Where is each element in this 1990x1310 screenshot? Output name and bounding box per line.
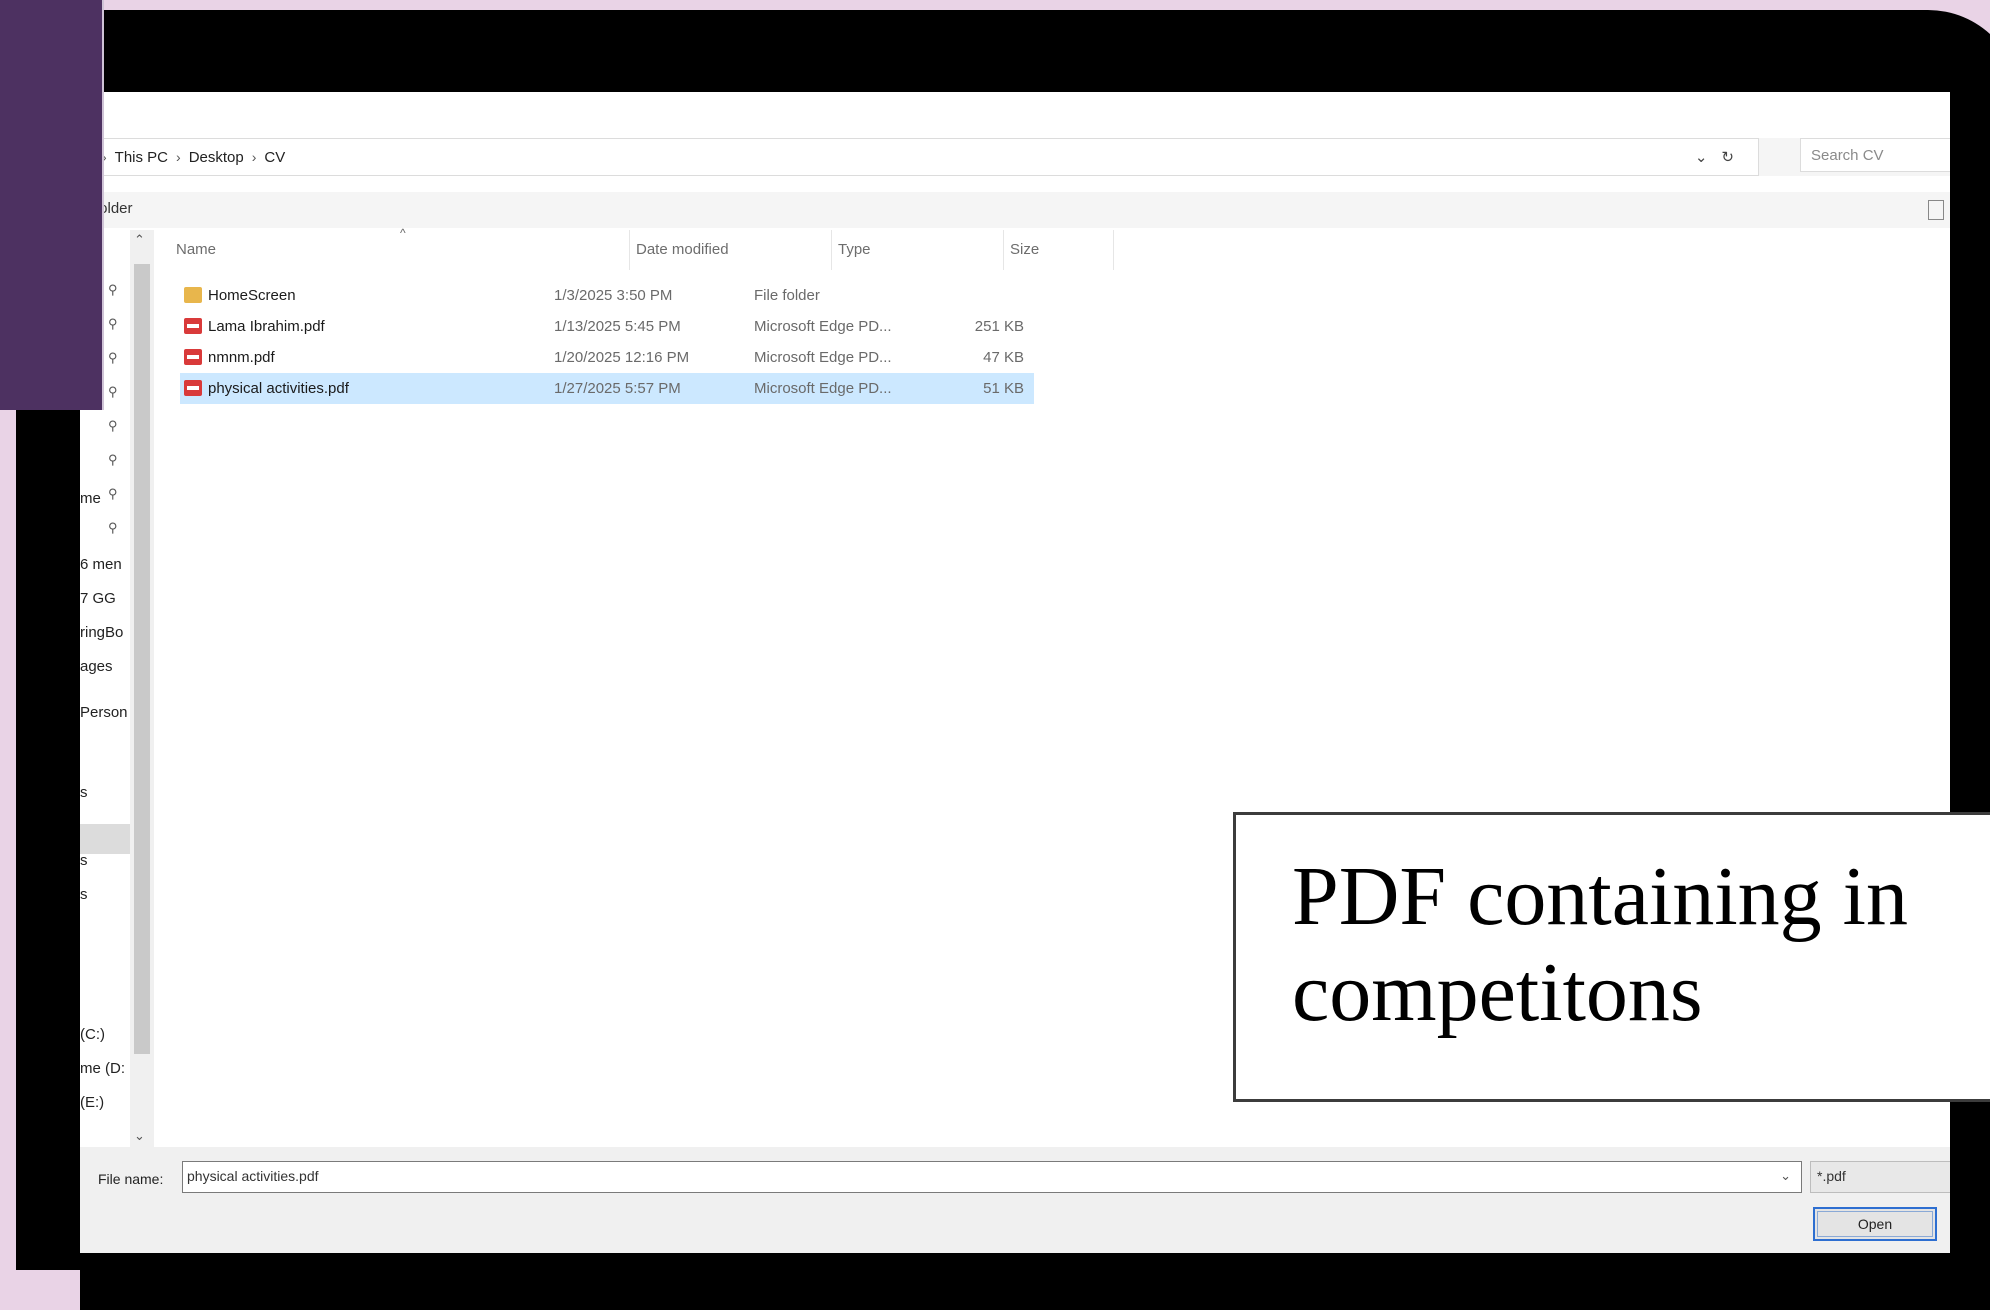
open-button[interactable]: Open [1813, 1207, 1937, 1241]
pdf-icon [184, 380, 202, 396]
purple-decor-block [0, 0, 104, 410]
file-size-cell: 51 KB [983, 380, 1024, 397]
address-row: › This PC › Desktop › CV ⌄ ↻ Search CV [80, 138, 1950, 176]
file-name-cell: physical activities.pdf [208, 380, 349, 397]
left-frame-bar [16, 410, 82, 1270]
nav-item-drive-d[interactable]: me (D: [80, 1060, 125, 1077]
file-type-cell: Microsoft Edge PD... [754, 318, 892, 335]
file-name-cell: Lama Ibrahim.pdf [208, 318, 325, 335]
dialog-footer: File name: physical activities.pdf ⌄ *.p… [80, 1147, 1950, 1253]
pdf-icon [184, 349, 202, 365]
scroll-thumb[interactable] [134, 264, 150, 1054]
file-name-label: File name: [98, 1171, 164, 1187]
file-type-filter[interactable]: *.pdf [1810, 1161, 1950, 1193]
file-type-cell: Microsoft Edge PD... [754, 349, 892, 366]
file-row[interactable]: physical activities.pdf 1/27/2025 5:57 PM… [180, 373, 1034, 404]
search-input[interactable]: Search CV [1800, 138, 1950, 172]
pin-icon: ⚲ [108, 486, 118, 501]
chevron-right-icon: › [251, 149, 257, 165]
pin-icon: ⚲ [108, 418, 118, 433]
nav-item[interactable]: s [80, 886, 88, 903]
file-date-cell: 1/20/2025 12:16 PM [554, 349, 690, 366]
nav-item-drive-c[interactable]: (C:) [80, 1026, 105, 1043]
pin-icon: ⚲ [108, 520, 118, 535]
pin-icon: ⚲ [108, 282, 118, 297]
address-bar[interactable]: › This PC › Desktop › CV ⌄ ↻ [80, 138, 1759, 176]
folder-icon [184, 287, 202, 303]
refresh-icon[interactable]: ↻ [1721, 148, 1734, 166]
file-name-value: physical activities.pdf [187, 1168, 319, 1184]
file-name-cell: nmnm.pdf [208, 349, 275, 366]
file-name-input[interactable]: physical activities.pdf ⌄ [182, 1161, 1802, 1193]
nav-item[interactable]: ages [80, 658, 113, 675]
file-date-cell: 1/13/2025 5:45 PM [554, 318, 681, 335]
file-row[interactable]: nmnm.pdf 1/20/2025 12:16 PM Microsoft Edge… [180, 342, 1034, 373]
chevron-down-icon[interactable]: ⌄ [1780, 1168, 1791, 1184]
nav-item[interactable]: ringBo [80, 624, 123, 641]
file-type-cell: Microsoft Edge PD... [754, 380, 892, 397]
column-header-row: ^ Name Date modified Type Size [170, 226, 1114, 270]
caption-box: PDF containing in competitons [1233, 812, 1990, 1102]
nav-scrollbar[interactable]: ⌃ ⌄ [130, 230, 154, 1150]
nav-item[interactable]: Person [80, 704, 128, 721]
nav-item-drive-e[interactable]: (E:) [80, 1094, 104, 1111]
nav-item[interactable]: 6 men [80, 556, 122, 573]
column-name[interactable]: Name [170, 230, 630, 270]
scroll-down-icon[interactable]: ⌄ [134, 1128, 145, 1144]
pin-icon: ⚲ [108, 350, 118, 365]
file-date-cell: 1/27/2025 5:57 PM [554, 380, 681, 397]
nav-item[interactable]: s [80, 784, 88, 801]
file-name-cell: HomeScreen [208, 287, 296, 304]
chevron-down-icon[interactable]: ⌄ [1695, 148, 1708, 166]
column-type[interactable]: Type [832, 230, 1004, 270]
view-options-icon[interactable] [1928, 200, 1944, 220]
scroll-up-icon[interactable]: ⌃ [134, 232, 145, 248]
pdf-icon [184, 318, 202, 334]
nav-item[interactable]: 7 GG [80, 590, 116, 607]
caption-line-1: PDF containing in [1292, 850, 1909, 943]
pin-icon: ⚲ [108, 316, 118, 331]
column-size[interactable]: Size [1004, 230, 1114, 270]
nav-item[interactable]: s [80, 852, 88, 869]
file-size-cell: 47 KB [983, 349, 1024, 366]
chevron-right-icon: › [176, 149, 181, 165]
breadcrumb-cv[interactable]: CV [264, 149, 285, 166]
column-date-modified[interactable]: Date modified [630, 230, 832, 270]
file-size-cell: 251 KB [974, 318, 1024, 335]
breadcrumb-desktop[interactable]: Desktop [189, 149, 244, 166]
pin-icon: ⚲ [108, 452, 118, 467]
command-bar: w folder [80, 192, 1950, 228]
address-tools: ⌄ ↻ [1695, 139, 1734, 175]
file-row[interactable]: HomeScreen 1/3/2025 3:50 PM File folder [180, 280, 1034, 311]
nav-item[interactable]: me [80, 490, 101, 507]
caption-line-2: competitons [1292, 946, 1703, 1039]
breadcrumb-this-pc[interactable]: This PC [115, 149, 168, 166]
file-type-cell: File folder [754, 287, 820, 304]
file-row[interactable]: Lama Ibrahim.pdf 1/13/2025 5:45 PM Microso… [180, 311, 1034, 342]
file-date-cell: 1/3/2025 3:50 PM [554, 287, 673, 304]
pin-icon: ⚲ [108, 384, 118, 399]
